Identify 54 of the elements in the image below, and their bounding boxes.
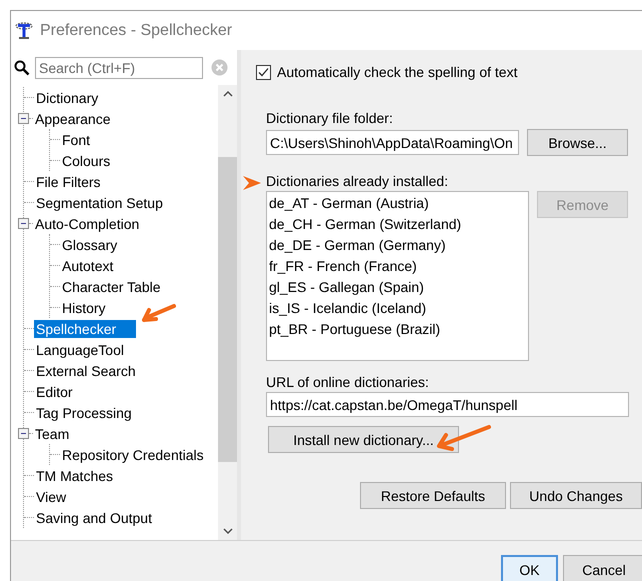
checkbox[interactable]	[256, 64, 271, 80]
tree-item[interactable]: Spellchecker	[34, 320, 136, 338]
tree-item[interactable]: History	[60, 298, 108, 316]
annotation-arrow	[140, 303, 176, 325]
collapse-toggle-icon[interactable]	[18, 428, 29, 439]
list-item[interactable]: de_DE - German (Germany)	[269, 235, 526, 256]
collapse-toggle-icon[interactable]	[18, 218, 29, 229]
search-icon	[14, 60, 30, 76]
search-field[interactable]: Search (Ctrl+F)	[35, 56, 203, 78]
list-item[interactable]: de_AT - German (Austria)	[269, 193, 526, 214]
tree-item[interactable]: Saving and Output	[34, 508, 154, 526]
app-logo-icon	[14, 20, 34, 40]
tree-item[interactable]: Character Table	[60, 278, 163, 296]
tree-item[interactable]: Font	[60, 130, 92, 148]
tree-item[interactable]: Tag Processing	[34, 404, 134, 422]
scroll-up-icon[interactable]	[222, 91, 232, 97]
tree-item[interactable]: TM Matches	[34, 466, 116, 484]
tree-item[interactable]: View	[34, 488, 68, 506]
scrollbar[interactable]	[218, 85, 237, 540]
folder-path-field[interactable]: C:\Users\Shinoh\AppData\Roaming\On	[266, 130, 519, 155]
button[interactable]: Cancel	[563, 555, 642, 581]
checkbox-label: Automatically check the spelling of text	[277, 64, 518, 80]
url-field[interactable]: https://cat.capstan.be/OmegaT/hunspell	[266, 392, 629, 417]
list-item[interactable]: is_IS - Icelandic (Iceland)	[269, 298, 526, 319]
annotation-arrow	[241, 174, 263, 192]
field-label: URL of online dictionaries:	[266, 374, 430, 390]
tree-item[interactable]: Glossary	[60, 236, 120, 254]
tree-item[interactable]: Colours	[60, 152, 112, 170]
scroll-down-icon[interactable]	[222, 528, 232, 534]
tree-item[interactable]: Autotext	[60, 256, 116, 274]
tree-item[interactable]: External Search	[34, 362, 138, 380]
button[interactable]: Restore Defaults	[360, 482, 506, 509]
list-item[interactable]: de_CH - German (Switzerland)	[269, 214, 526, 235]
tree-item[interactable]: LanguageTool	[34, 340, 126, 358]
button[interactable]: Install new dictionary...	[268, 426, 459, 453]
tree-item[interactable]: Dictionary	[34, 88, 100, 106]
list-item[interactable]: fr_FR - French (France)	[269, 256, 526, 277]
list-item[interactable]: pt_BR - Portuguese (Brazil)	[269, 319, 526, 340]
annotation-arrow	[436, 424, 492, 452]
tree-item[interactable]: Auto-Completion	[33, 214, 142, 232]
button[interactable]: OK	[501, 555, 558, 581]
field-label: Dictionary file folder:	[266, 110, 394, 126]
tree-item[interactable]: Editor	[34, 382, 75, 400]
list-label: Dictionaries already installed:	[266, 173, 450, 189]
tree-item[interactable]: Repository Credentials	[60, 446, 206, 464]
button[interactable]: Undo Changes	[510, 482, 642, 509]
collapse-toggle-icon[interactable]	[18, 113, 29, 124]
tree-item[interactable]: Team	[33, 424, 72, 442]
window-title: Preferences - Spellchecker	[40, 22, 232, 40]
tree-item[interactable]: File Filters	[34, 172, 103, 190]
tree-item[interactable]: Segmentation Setup	[34, 194, 165, 212]
button[interactable]: Browse...	[527, 129, 628, 156]
list-item[interactable]: gl_ES - Gallegan (Spain)	[269, 277, 526, 298]
tree-item[interactable]: Appearance	[33, 110, 113, 128]
